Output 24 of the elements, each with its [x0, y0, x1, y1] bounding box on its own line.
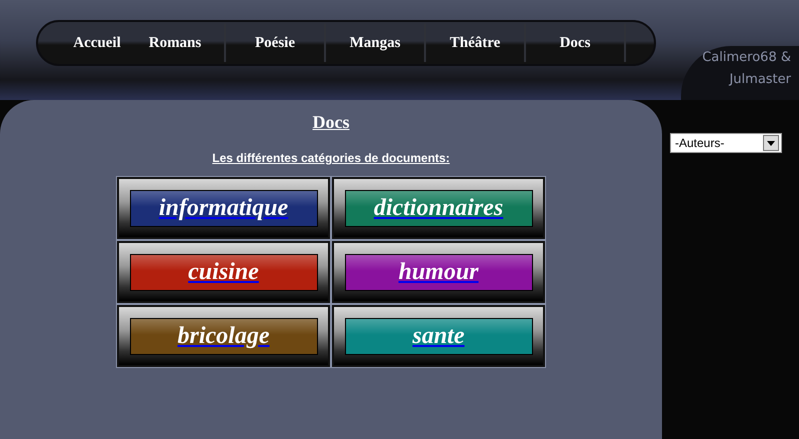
nav-link[interactable]: Poésie	[236, 34, 314, 52]
nav-link[interactable]: Théâtre	[436, 34, 514, 52]
category-button[interactable]: dictionnaires	[332, 177, 545, 239]
category-button[interactable]: bricolage	[117, 305, 330, 367]
category-button[interactable]: sante	[332, 305, 545, 367]
category-label: informatique	[130, 190, 318, 226]
category-label: cuisine	[130, 254, 318, 290]
credits-text: Calimero68 &	[702, 49, 791, 67]
nav-link[interactable]: Romans	[136, 34, 214, 52]
category-label: dictionnaires	[344, 190, 532, 226]
page-title: Docs	[312, 112, 350, 133]
category-label: bricolage	[130, 318, 318, 354]
category-button[interactable]: humour	[332, 241, 545, 303]
category-label: humour	[344, 254, 532, 290]
nav-link[interactable]: Mangas	[336, 34, 414, 52]
nav-link[interactable]: Docs	[536, 34, 614, 52]
dropdown-caret-icon	[763, 135, 779, 151]
section-heading: Les différentes catégories de documents:	[212, 151, 450, 165]
category-label: sante	[344, 318, 532, 354]
authors-dropdown[interactable]: -Auteurs-	[670, 133, 782, 153]
category-button[interactable]: cuisine	[117, 241, 330, 303]
category-button[interactable]: informatique	[117, 177, 330, 239]
nav-link[interactable]: Accueil	[58, 34, 136, 52]
credits-text: Julmaster	[729, 71, 791, 89]
